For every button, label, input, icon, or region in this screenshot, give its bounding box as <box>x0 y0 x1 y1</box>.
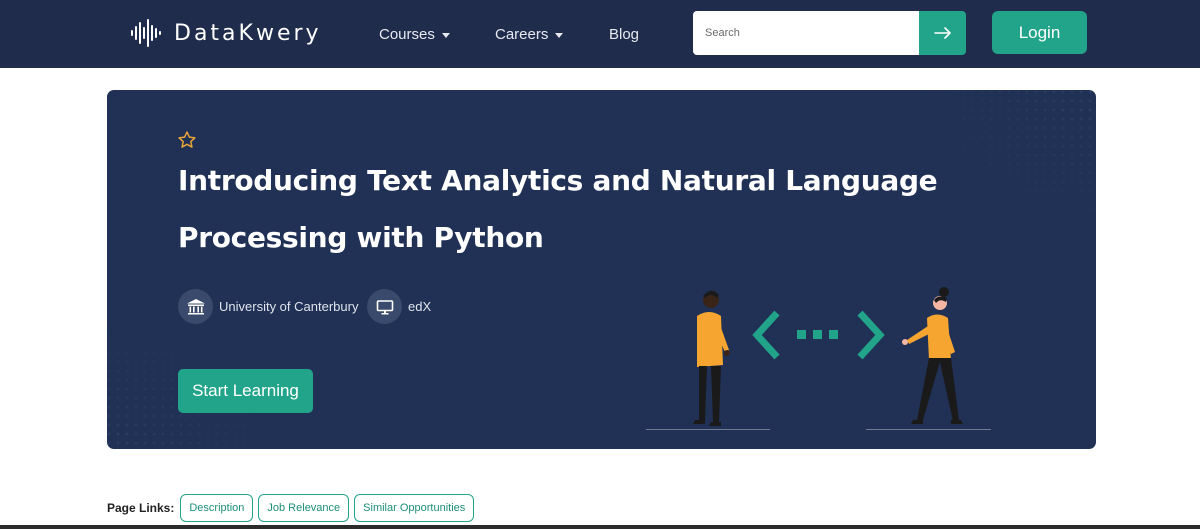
arrow-right-icon <box>933 27 951 39</box>
nav-courses-label: Courses <box>379 26 435 43</box>
nav-careers-label: Careers <box>495 26 549 43</box>
nav-courses[interactable]: Courses <box>379 26 450 43</box>
bottom-edge-strip <box>0 525 1200 529</box>
nav-blog[interactable]: Blog <box>609 26 639 43</box>
navbar: DataKwery Courses Careers Blog Login <box>0 0 1200 68</box>
page-link-similar-opportunities[interactable]: Similar Opportunities <box>354 494 475 522</box>
people-exchange-illustration <box>646 287 991 430</box>
nav-careers[interactable]: Careers <box>495 26 564 43</box>
page-link-description[interactable]: Description <box>180 494 254 522</box>
course-title: Introducing Text Analytics and Natural L… <box>178 164 938 254</box>
brand-logo[interactable]: DataKwery <box>130 18 322 48</box>
platform-info: edX <box>367 289 431 324</box>
nav-blog-label: Blog <box>609 26 640 43</box>
star-icon[interactable] <box>177 130 197 150</box>
caret-down-icon <box>441 32 450 38</box>
page-links-bar: Page Links: Description Job Relevance Si… <box>107 494 475 522</box>
monitor-icon <box>367 289 402 324</box>
start-learning-button[interactable]: Start Learning <box>178 369 313 413</box>
brand-name: DataKwery <box>174 20 322 46</box>
platform-name: edX <box>408 299 432 314</box>
page-link-job-relevance[interactable]: Job Relevance <box>258 494 350 522</box>
caret-down-icon <box>555 32 564 38</box>
login-button[interactable]: Login <box>992 11 1087 54</box>
institution-icon <box>178 289 213 324</box>
institution-info: University of Canterbury <box>178 289 358 324</box>
search-input[interactable] <box>693 11 919 55</box>
soundwave-icon <box>131 19 161 47</box>
course-hero: Introducing Text Analytics and Natural L… <box>107 90 1096 449</box>
search-submit-button[interactable] <box>919 11 966 55</box>
institution-name: University of Canterbury <box>219 299 359 314</box>
page-links-label: Page Links: <box>107 501 175 515</box>
